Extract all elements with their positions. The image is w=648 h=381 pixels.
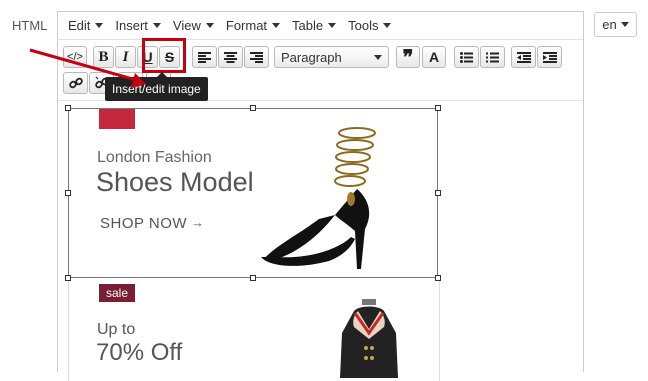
resize-handle-ne[interactable] [435,105,441,111]
chevron-down-icon [374,54,382,60]
menu-view[interactable]: View [167,12,220,39]
align-left-button[interactable] [192,46,217,68]
indent-icon [542,51,557,63]
menu-insert[interactable]: Insert [109,12,167,39]
language-select[interactable]: en [594,12,637,37]
menu-edit[interactable]: Edit [62,12,109,39]
bullet-list-icon [460,51,473,63]
quote-icon: ❞ [402,46,414,69]
italic-icon: I [122,48,129,65]
align-right-button[interactable] [244,46,269,68]
menu-table[interactable]: Table [286,12,342,39]
rich-text-editor: Edit Insert View Format Table Tools </> … [57,11,584,381]
align-center-button[interactable] [218,46,243,68]
chevron-down-icon [383,23,392,28]
menu-format-label: Format [225,18,268,33]
chevron-down-icon [272,23,281,28]
format-select-value: Paragraph [281,49,342,65]
banner-image-shoes[interactable]: London Fashion Shoes Model SHOP NOW → [68,108,438,278]
resize-handle-n[interactable] [250,105,256,111]
align-left-icon [198,51,211,63]
menu-tools[interactable]: Tools [342,12,397,39]
sale-ribbon [99,109,135,129]
source-code-button[interactable]: </> [63,46,87,68]
numbered-list-button[interactable] [480,46,505,68]
chevron-down-icon [620,22,629,27]
banner-subtitle: London Fashion [97,149,212,166]
resize-handle-w[interactable] [65,190,71,196]
menu-bar: Edit Insert View Format Table Tools [58,12,583,40]
chevron-down-icon [152,23,161,28]
menu-table-label: Table [292,18,324,33]
menu-format[interactable]: Format [220,12,286,39]
menu-edit-label: Edit [68,18,91,33]
bold-icon: B [98,48,109,65]
resize-handle-nw[interactable] [65,105,71,111]
insert-link-button[interactable] [63,72,88,94]
link-icon [68,77,83,89]
mode-label: HTML [12,18,48,33]
menu-tools-label: Tools [348,18,379,33]
align-right-icon [250,51,263,63]
language-value: en [602,17,617,32]
resize-handle-e[interactable] [435,190,441,196]
text-color-icon: A [428,49,440,65]
chevron-down-icon [95,23,104,28]
italic-button[interactable]: I [115,46,136,68]
chevron-down-icon [328,23,337,28]
indent-button[interactable] [537,46,562,68]
sale-badge: sale [99,284,136,302]
arrow-right-icon: → [191,215,204,230]
banner-title: Shoes Model [96,167,254,197]
numbered-list-icon [486,52,499,62]
bold-button[interactable]: B [93,46,114,68]
bullet-list-button[interactable] [454,46,479,68]
text-color-button[interactable]: A [422,46,446,68]
outdent-icon [516,51,531,63]
chevron-down-icon [205,23,214,28]
coat-image [340,299,398,378]
banner2-line1: Up to [97,321,136,338]
banner-image-sale[interactable]: sale Up to 70% Off [68,281,440,381]
shop-now-link[interactable]: SHOP NOW [100,215,187,232]
highlight-box [142,38,186,73]
format-select[interactable]: Paragraph [274,46,389,68]
align-center-icon [224,51,237,63]
outdent-button[interactable] [511,46,536,68]
menu-insert-label: Insert [115,18,148,33]
menu-view-label: View [172,18,201,33]
source-code-icon: </> [67,51,83,63]
tooltip: Insert/edit image [105,72,208,101]
shoe-image [261,127,376,269]
blockquote-button[interactable]: ❞ [396,46,420,69]
